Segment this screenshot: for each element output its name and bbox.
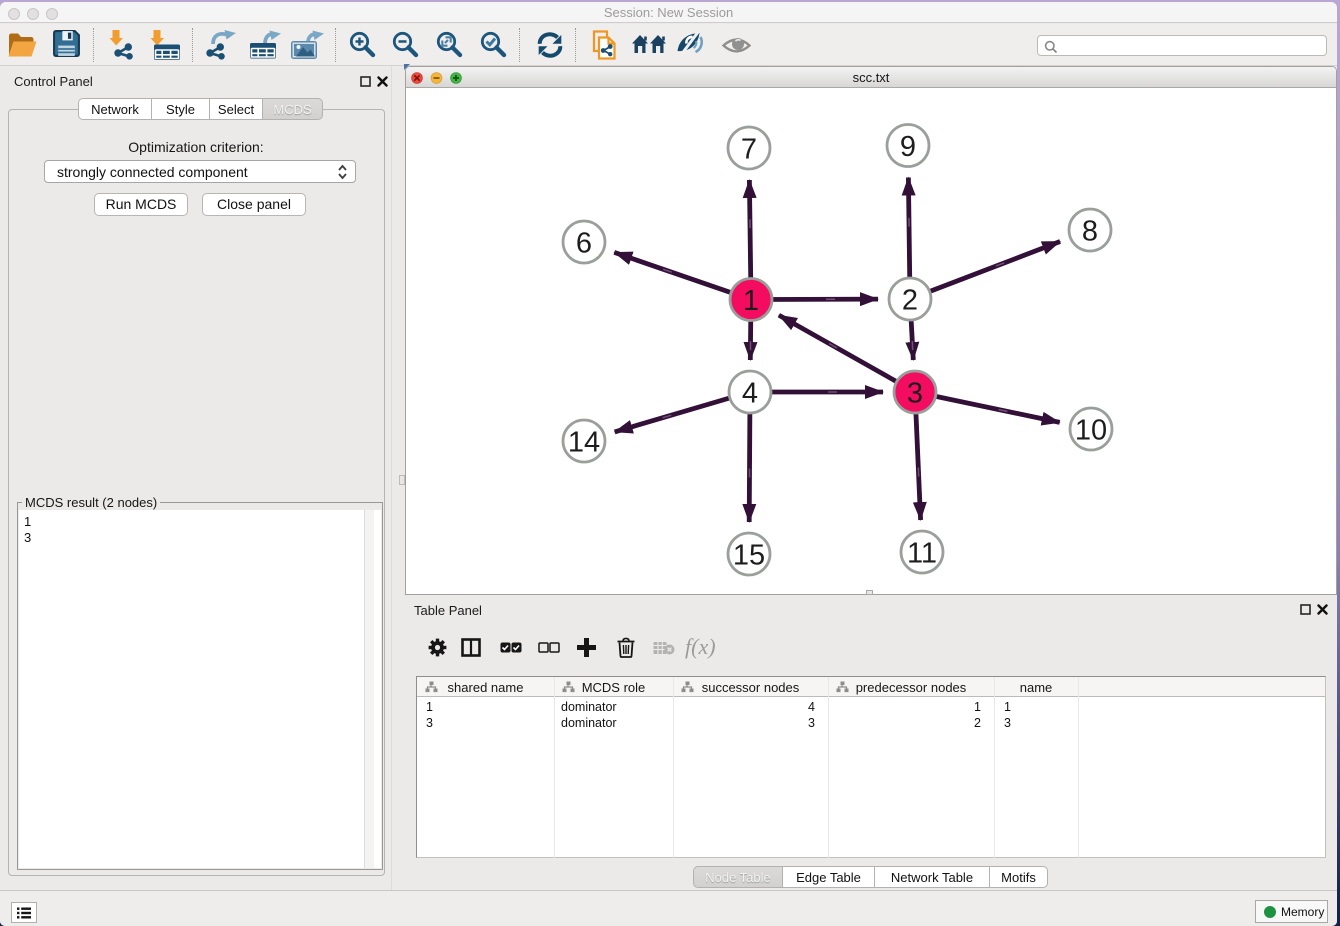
- svg-text:3: 3: [907, 378, 923, 410]
- svg-text:7: 7: [741, 134, 757, 166]
- svg-text:15: 15: [733, 540, 765, 572]
- svg-text:4: 4: [742, 378, 758, 410]
- svg-text:2: 2: [902, 285, 918, 317]
- svg-text:11: 11: [907, 538, 937, 570]
- svg-text:9: 9: [900, 131, 916, 163]
- svg-text:14: 14: [568, 427, 600, 459]
- svg-text:10: 10: [1075, 415, 1107, 447]
- svg-text:6: 6: [576, 228, 592, 260]
- svg-text:8: 8: [1082, 216, 1098, 248]
- svg-text:1: 1: [743, 285, 759, 317]
